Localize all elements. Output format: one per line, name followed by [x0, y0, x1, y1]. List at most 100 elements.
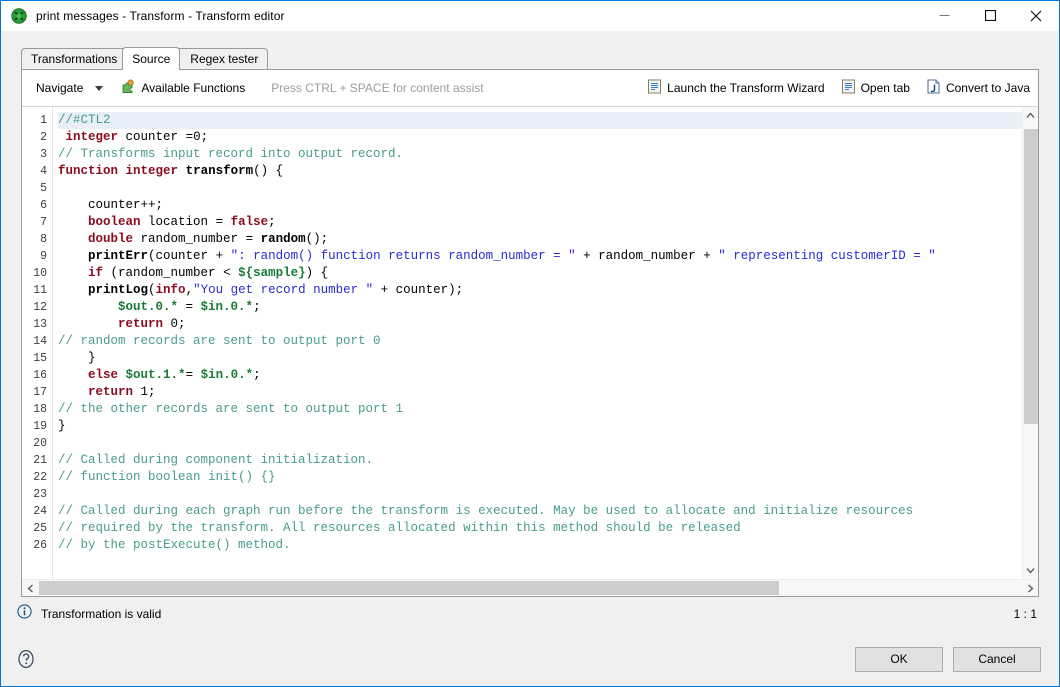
- launch-transform-wizard-button[interactable]: Launch the Transform Wizard: [647, 79, 824, 97]
- scroll-right-arrow-icon[interactable]: [1022, 580, 1038, 597]
- code-line[interactable]: // random records are sent to output por…: [58, 333, 1022, 350]
- line-number: 24: [22, 503, 52, 520]
- code-line[interactable]: // Called during component initializatio…: [58, 452, 1022, 469]
- code-line[interactable]: [58, 180, 1022, 197]
- scroll-left-arrow-icon[interactable]: [22, 580, 38, 597]
- cursor-position-indicator: 1 : 1: [1014, 607, 1037, 621]
- window-title: print messages - Transform - Transform e…: [36, 9, 285, 23]
- minimize-button[interactable]: [921, 1, 967, 30]
- status-message: Transformation is valid: [41, 607, 161, 621]
- footer-buttons: OK Cancel: [855, 647, 1041, 672]
- line-number: 11: [22, 282, 52, 299]
- code-line[interactable]: // the other records are sent to output …: [58, 401, 1022, 418]
- line-number: 15: [22, 350, 52, 367]
- line-number: 26: [22, 537, 52, 554]
- code-line[interactable]: // Called during each graph run before t…: [58, 503, 1022, 520]
- line-number: 12: [22, 299, 52, 316]
- maximize-button[interactable]: [967, 1, 1013, 30]
- navigate-dropdown[interactable]: Navigate: [32, 78, 107, 98]
- line-number: 13: [22, 316, 52, 333]
- code-scroll-region: 1234567891011121314151617181920212223242…: [22, 107, 1022, 579]
- window-controls: [921, 1, 1059, 30]
- code-line[interactable]: }: [58, 418, 1022, 435]
- tab-regex-tester[interactable]: Regex tester: [175, 48, 268, 69]
- line-number: 2: [22, 129, 52, 146]
- code-line[interactable]: printLog(info,"You get record number " +…: [58, 282, 1022, 299]
- java-file-icon: [926, 79, 941, 97]
- info-icon: [17, 604, 32, 624]
- tab-label: Source: [132, 52, 170, 66]
- content-assist-hint: Press CTRL + SPACE for content assist: [271, 81, 483, 95]
- code-line[interactable]: counter++;: [58, 197, 1022, 214]
- dialog-footer: OK Cancel: [1, 631, 1059, 686]
- vertical-scrollbar[interactable]: [1022, 107, 1038, 579]
- line-number: 16: [22, 367, 52, 384]
- code-line[interactable]: double random_number = random();: [58, 231, 1022, 248]
- available-functions-button[interactable]: Available Functions: [120, 79, 245, 97]
- line-number: 4: [22, 163, 52, 180]
- document-blue-icon: [647, 79, 662, 97]
- code-line[interactable]: boolean location = false;: [58, 214, 1022, 231]
- code-line[interactable]: // required by the transform. All resour…: [58, 520, 1022, 537]
- tab-transformations[interactable]: Transformations: [21, 48, 127, 69]
- code-line[interactable]: $out.0.* = $in.0.*;: [58, 299, 1022, 316]
- code-line[interactable]: if (random_number < ${sample}) {: [58, 265, 1022, 282]
- code-line[interactable]: }: [58, 350, 1022, 367]
- line-number: 22: [22, 469, 52, 486]
- close-button[interactable]: [1013, 1, 1059, 30]
- code-line[interactable]: printErr(counter + ": random() function …: [58, 248, 1022, 265]
- editor-toolbar-actions: Launch the Transform Wizard Open tab: [631, 79, 1030, 97]
- code-editor-area: 1234567891011121314151617181920212223242…: [22, 106, 1038, 579]
- source-editor-panel: Navigate Available Functions Press CTRL …: [21, 69, 1039, 597]
- open-tab-label: Open tab: [861, 81, 910, 95]
- horizontal-scrollbar[interactable]: [22, 579, 1038, 596]
- tab-source[interactable]: Source: [122, 47, 180, 70]
- code-line[interactable]: integer counter =0;: [58, 129, 1022, 146]
- tab-strip: Transformations Source Regex tester: [21, 47, 1059, 69]
- line-number: 23: [22, 486, 52, 503]
- transform-editor-window: print messages - Transform - Transform e…: [0, 0, 1060, 687]
- code-line[interactable]: //#CTL2: [58, 112, 1022, 129]
- code-line[interactable]: else $out.1.*= $in.0.*;: [58, 367, 1022, 384]
- code-line[interactable]: [58, 435, 1022, 452]
- status-bar: Transformation is valid 1 : 1: [1, 597, 1059, 631]
- line-number: 17: [22, 384, 52, 401]
- help-question-icon[interactable]: [15, 648, 37, 670]
- vertical-scrollbar-thumb[interactable]: [1024, 129, 1038, 424]
- code-line[interactable]: // function boolean init() {}: [58, 469, 1022, 486]
- code-line[interactable]: return 1;: [58, 384, 1022, 401]
- code-line[interactable]: [58, 486, 1022, 503]
- cancel-button[interactable]: Cancel: [953, 647, 1041, 672]
- code-text[interactable]: //#CTL2 integer counter =0;// Transforms…: [53, 107, 1022, 579]
- tab-label: Regex tester: [190, 52, 258, 66]
- available-functions-label: Available Functions: [141, 81, 245, 95]
- launch-transform-wizard-label: Launch the Transform Wizard: [667, 81, 824, 95]
- open-tab-button[interactable]: Open tab: [841, 79, 910, 97]
- navigate-label: Navigate: [36, 81, 83, 95]
- horizontal-scrollbar-thumb[interactable]: [39, 581, 779, 595]
- line-number: 14: [22, 333, 52, 350]
- code-line[interactable]: // by the postExecute() method.: [58, 537, 1022, 554]
- line-number: 9: [22, 248, 52, 265]
- line-number: 19: [22, 418, 52, 435]
- line-number: 8: [22, 231, 52, 248]
- scroll-down-arrow-icon[interactable]: [1023, 562, 1039, 579]
- line-number: 6: [22, 197, 52, 214]
- transform-green-icon: [11, 8, 27, 24]
- editor-toolbar: Navigate Available Functions Press CTRL …: [22, 70, 1038, 106]
- chevron-down-icon: [95, 86, 103, 91]
- code-line[interactable]: function integer transform() {: [58, 163, 1022, 180]
- puzzle-green-icon: [120, 79, 135, 97]
- convert-to-java-label: Convert to Java: [946, 81, 1030, 95]
- document-blue-icon: [841, 79, 856, 97]
- convert-to-java-button[interactable]: Convert to Java: [926, 79, 1030, 97]
- tab-label: Transformations: [31, 52, 117, 66]
- scroll-up-arrow-icon[interactable]: [1023, 107, 1039, 124]
- line-number: 5: [22, 180, 52, 197]
- line-number: 25: [22, 520, 52, 537]
- line-number: 7: [22, 214, 52, 231]
- line-number-gutter: 1234567891011121314151617181920212223242…: [22, 107, 53, 579]
- code-line[interactable]: return 0;: [58, 316, 1022, 333]
- ok-button[interactable]: OK: [855, 647, 943, 672]
- code-line[interactable]: // Transforms input record into output r…: [58, 146, 1022, 163]
